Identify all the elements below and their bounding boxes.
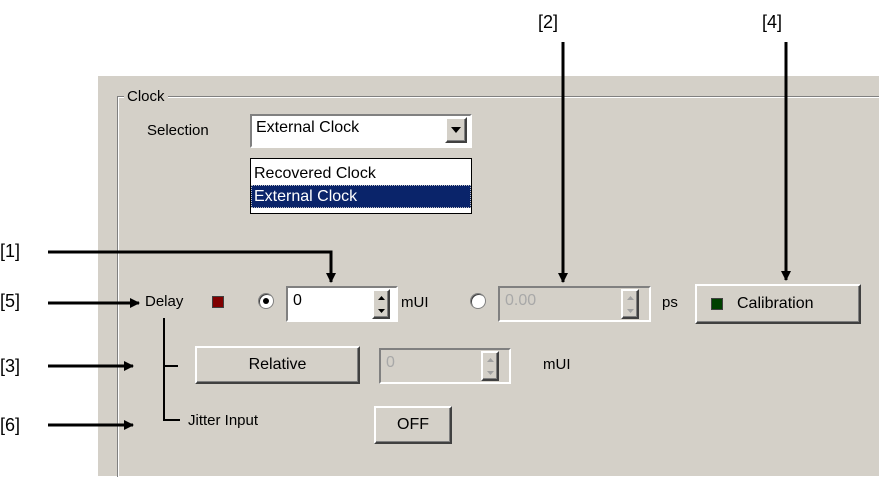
callout-1-arrow bbox=[48, 250, 336, 283]
tree-line bbox=[163, 318, 180, 421]
callout-arrows bbox=[48, 42, 791, 430]
